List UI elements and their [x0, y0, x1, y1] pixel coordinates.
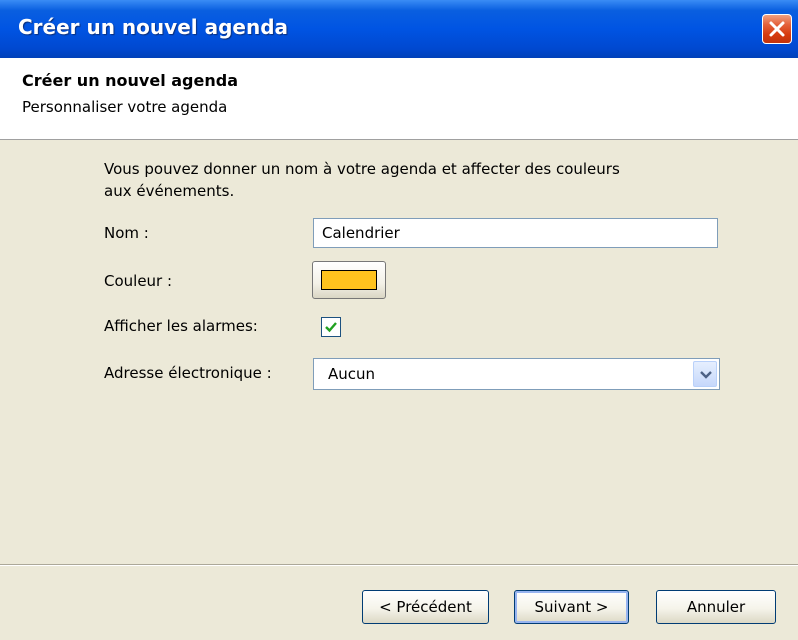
color-swatch [321, 270, 377, 290]
email-label: Adresse électronique : [104, 364, 272, 382]
cancel-button[interactable]: Annuler [656, 590, 776, 624]
alarms-label: Afficher les alarmes: [104, 317, 258, 335]
color-label: Couleur : [104, 272, 173, 290]
description: Vous pouvez donner un nom à votre agenda… [104, 158, 724, 202]
color-picker-button[interactable] [312, 261, 386, 299]
checkmark-icon [325, 322, 337, 333]
alarms-checkbox[interactable] [321, 317, 341, 337]
wizard-body: Vous pouvez donner un nom à votre agenda… [0, 140, 798, 640]
header-title: Créer un nouvel agenda [22, 71, 238, 90]
window-title: Créer un nouvel agenda [18, 15, 288, 39]
footer-separator [0, 564, 798, 566]
description-line-1: Vous pouvez donner un nom à votre agenda… [104, 160, 620, 178]
email-select-dropdown-button[interactable] [693, 361, 717, 387]
next-button[interactable]: Suivant > [514, 590, 629, 624]
name-input[interactable] [313, 218, 718, 248]
name-label: Nom : [104, 224, 149, 242]
header-subtitle: Personnaliser votre agenda [22, 98, 228, 116]
previous-button[interactable]: < Précédent [362, 590, 489, 624]
wizard-header: Créer un nouvel agenda Personnaliser vot… [0, 58, 798, 140]
title-bar[interactable]: Créer un nouvel agenda [0, 0, 798, 58]
description-line-2: aux événements. [104, 182, 235, 200]
close-icon [769, 21, 785, 37]
email-select-value: Aucun [328, 365, 376, 383]
chevron-down-icon [700, 371, 712, 379]
email-select[interactable]: Aucun [313, 358, 720, 390]
close-button[interactable] [762, 14, 792, 44]
